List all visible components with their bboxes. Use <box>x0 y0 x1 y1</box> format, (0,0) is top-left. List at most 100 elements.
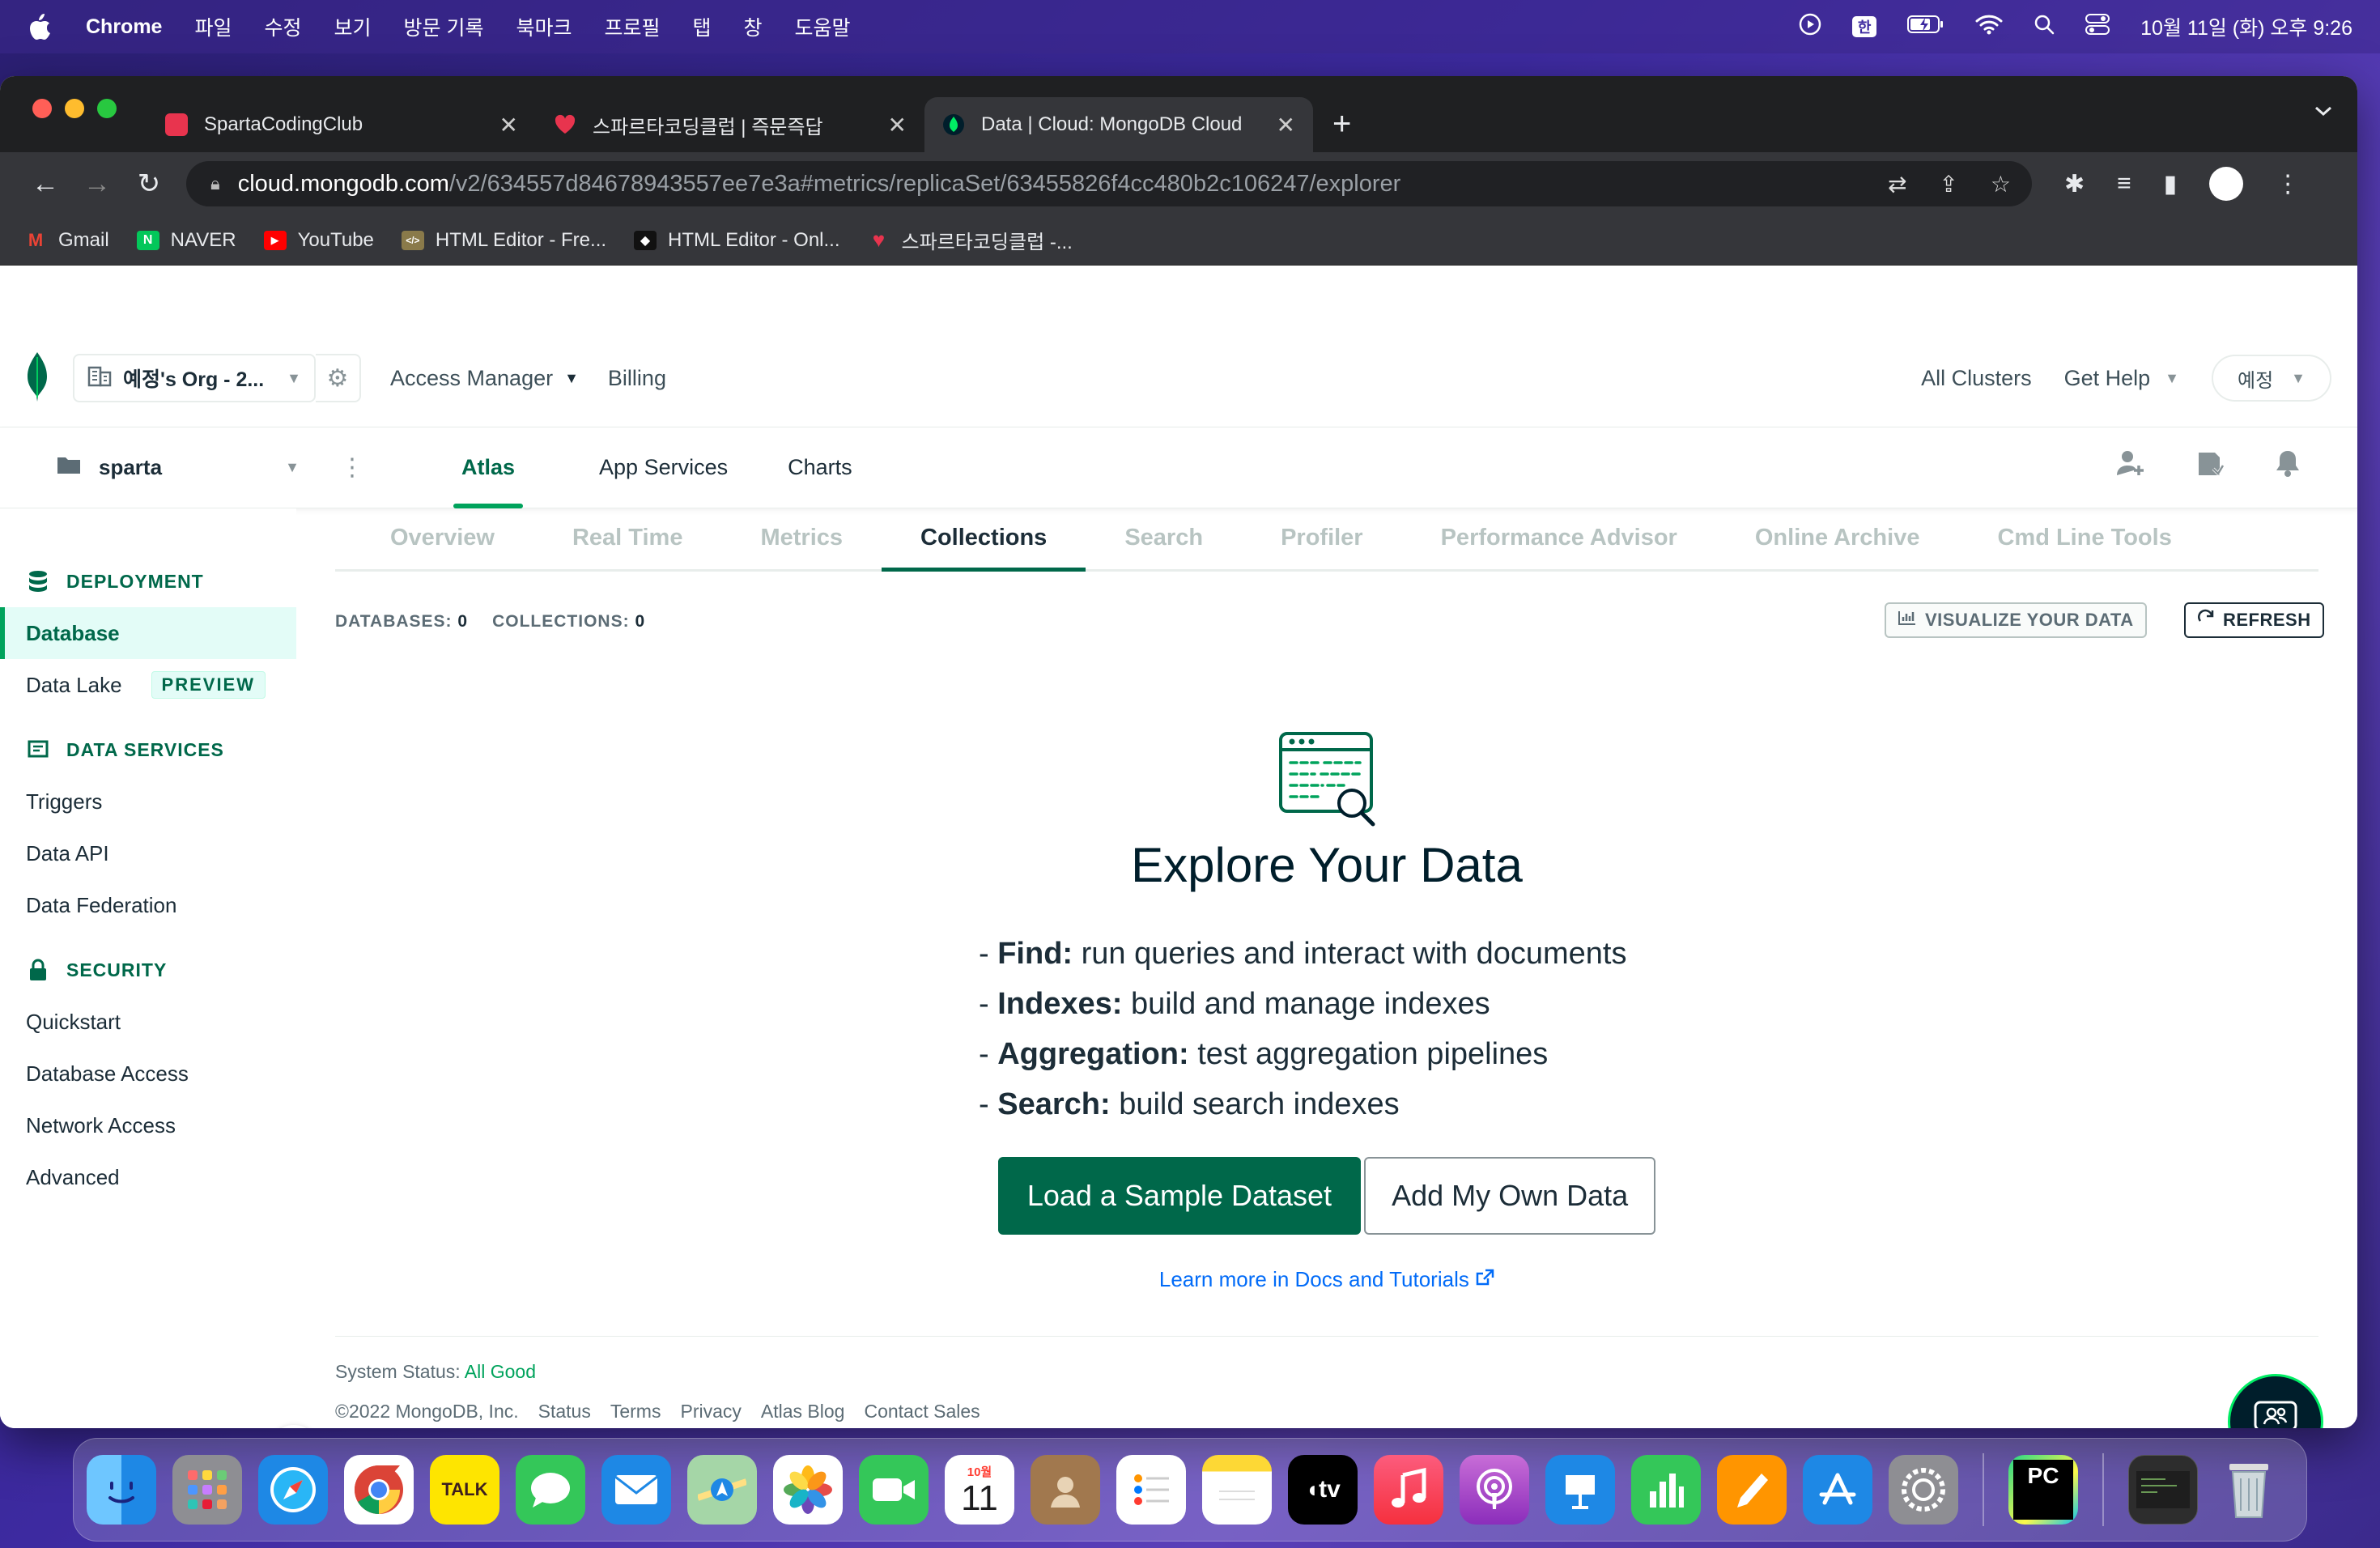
bookmark-naver[interactable]: N NAVER <box>136 229 236 252</box>
menu-app-name[interactable]: Chrome <box>86 15 162 39</box>
zoom-window-button[interactable] <box>97 99 117 118</box>
tab-collections[interactable]: Collections <box>882 506 1086 572</box>
profile-avatar[interactable] <box>2209 167 2244 201</box>
menu-tab[interactable]: 탭 <box>693 12 712 41</box>
get-help-menu[interactable]: Get Help ▼ <box>2064 366 2179 391</box>
menu-profiles[interactable]: 프로필 <box>604 12 660 41</box>
minimized-window-icon[interactable] <box>2128 1455 2198 1525</box>
load-sample-dataset-button[interactable]: Load a Sample Dataset <box>997 1157 1362 1235</box>
back-arrow-icon[interactable]: ← <box>19 168 71 200</box>
sidebar-item-data-lake[interactable]: Data Lake PREVIEW <box>0 659 296 711</box>
chrome-menu-kebab-icon[interactable]: ⋮ <box>2276 170 2300 198</box>
learn-more-docs-link[interactable]: Learn more in Docs and Tutorials <box>1159 1267 1494 1292</box>
footer-link-privacy[interactable]: Privacy <box>680 1401 741 1423</box>
control-center-icon[interactable] <box>2085 13 2110 41</box>
facetime-icon[interactable] <box>859 1455 929 1525</box>
reminders-icon[interactable] <box>1116 1455 1186 1525</box>
browser-tab-sparta-qna[interactable]: 스파르타코딩클럽 | 즉문즉답 ✕ <box>536 97 924 152</box>
activity-feed-icon[interactable] <box>2195 449 2225 486</box>
chrome-icon[interactable] <box>344 1455 414 1525</box>
tab-app-services[interactable]: App Services <box>599 427 728 508</box>
add-my-own-data-button[interactable]: Add My Own Data <box>1364 1157 1656 1235</box>
billing-link[interactable]: Billing <box>608 366 666 391</box>
app-store-icon[interactable] <box>1803 1455 1872 1525</box>
footer-link-status[interactable]: Status <box>538 1401 591 1423</box>
kakaotalk-icon[interactable]: TALK <box>430 1455 499 1525</box>
footer-link-terms[interactable]: Terms <box>610 1401 661 1423</box>
close-tab-icon[interactable]: ✕ <box>499 112 518 138</box>
safari-compass-icon[interactable] <box>258 1455 328 1525</box>
bookmark-star-icon[interactable]: ☆ <box>1991 171 2011 198</box>
podcasts-icon[interactable] <box>1460 1455 1529 1525</box>
apple-icon[interactable] <box>28 13 55 40</box>
notification-bell-icon[interactable] <box>2275 449 2301 486</box>
close-tab-icon[interactable]: ✕ <box>1277 112 1295 138</box>
menu-window[interactable]: 창 <box>744 12 763 41</box>
user-menu-button[interactable]: 예정 ▼ <box>2212 355 2331 402</box>
tab-profiler[interactable]: Profiler <box>1242 506 1402 569</box>
numbers-icon[interactable] <box>1631 1455 1701 1525</box>
sidebar-item-database-access[interactable]: Database Access <box>0 1048 296 1099</box>
photos-icon[interactable] <box>773 1455 843 1525</box>
sidebar-item-data-federation[interactable]: Data Federation <box>0 879 296 931</box>
project-kebab-icon[interactable]: ⋮ <box>340 453 364 482</box>
menu-help[interactable]: 도움말 <box>795 12 851 41</box>
menu-edit[interactable]: 수정 <box>264 12 301 41</box>
project-selector[interactable]: sparta ▼ <box>57 455 300 480</box>
maps-icon[interactable] <box>687 1455 757 1525</box>
new-tab-plus-icon[interactable]: + <box>1332 106 1351 142</box>
footer-link-contact-sales[interactable]: Contact Sales <box>864 1401 980 1423</box>
share-icon[interactable]: ⇪ <box>1939 171 1957 198</box>
menubar-clock[interactable]: 10월 11일 (화) 오후 9:26 <box>2140 12 2352 41</box>
tab-metrics[interactable]: Metrics <box>721 506 882 569</box>
finder-icon[interactable] <box>87 1455 156 1525</box>
sidebar-item-database[interactable]: Database <box>0 607 296 659</box>
close-window-button[interactable] <box>32 99 52 118</box>
music-icon[interactable] <box>1374 1455 1443 1525</box>
mail-icon[interactable] <box>601 1455 671 1525</box>
minimize-window-button[interactable] <box>65 99 84 118</box>
sidebar-item-data-api[interactable]: Data API <box>0 827 296 879</box>
tab-online-archive[interactable]: Online Archive <box>1716 506 1959 569</box>
tab-real-time[interactable]: Real Time <box>533 506 721 569</box>
bookmark-youtube[interactable]: ▶ YouTube <box>263 229 374 252</box>
tab-search[interactable]: Search <box>1086 506 1242 569</box>
reload-icon[interactable]: ↻ <box>123 168 175 200</box>
trash-icon[interactable] <box>2214 1455 2284 1525</box>
access-manager-menu[interactable]: Access Manager ▼ <box>390 366 579 391</box>
wifi-icon[interactable] <box>1975 14 2003 40</box>
sidebar-item-quickstart[interactable]: Quickstart <box>0 996 296 1048</box>
spotlight-search-icon[interactable] <box>2034 14 2055 40</box>
menu-history[interactable]: 방문 기록 <box>404 12 484 41</box>
browser-tab-spartacodingclub[interactable]: SpartaCodingClub ✕ <box>147 97 536 152</box>
org-selector[interactable]: 예정's Org - 2... ▼ <box>73 354 316 402</box>
address-bar[interactable]: 🔒︎ cloud.mongodb.com /v2/634557d84678943… <box>186 161 2032 206</box>
sidebar-item-advanced[interactable]: Advanced <box>0 1151 296 1203</box>
menu-view[interactable]: 보기 <box>334 12 372 41</box>
bookmark-html-editor-free[interactable]: </> HTML Editor - Fre... <box>401 229 606 252</box>
input-method-indicator[interactable]: 한 <box>1852 16 1877 37</box>
close-tab-icon[interactable]: ✕ <box>888 112 907 138</box>
reading-list-icon[interactable]: ≡ <box>2117 170 2131 198</box>
footer-link-atlas-blog[interactable]: Atlas Blog <box>761 1401 845 1423</box>
launchpad-icon[interactable] <box>172 1455 242 1525</box>
pages-icon[interactable] <box>1717 1455 1787 1525</box>
mongodb-leaf-logo-icon[interactable] <box>24 351 50 406</box>
menu-file[interactable]: 파일 <box>194 12 232 41</box>
system-preferences-gear-icon[interactable] <box>1889 1455 1958 1525</box>
bookmark-sparta[interactable]: ♥ 스파르타코딩클럽 -... <box>868 226 1073 254</box>
status-value[interactable]: All Good <box>465 1361 536 1382</box>
tab-performance-advisor[interactable]: Performance Advisor <box>1402 506 1716 569</box>
tab-search-chevron-icon[interactable] <box>2314 100 2333 123</box>
org-settings-gear-icon[interactable]: ⚙ <box>316 354 361 402</box>
forward-arrow-icon[interactable]: → <box>71 168 123 200</box>
menu-bookmarks[interactable]: 북마크 <box>516 12 572 41</box>
contacts-icon[interactable] <box>1031 1455 1100 1525</box>
screen-record-icon[interactable] <box>1799 13 1821 41</box>
sidebar-item-triggers[interactable]: Triggers <box>0 776 296 827</box>
invite-user-icon[interactable] <box>2116 449 2145 486</box>
notes-icon[interactable] <box>1202 1455 1272 1525</box>
all-clusters-link[interactable]: All Clusters <box>1921 366 2032 391</box>
pycharm-icon[interactable]: PC <box>2008 1455 2078 1525</box>
extensions-puzzle-icon[interactable]: ✱ <box>2064 170 2085 198</box>
